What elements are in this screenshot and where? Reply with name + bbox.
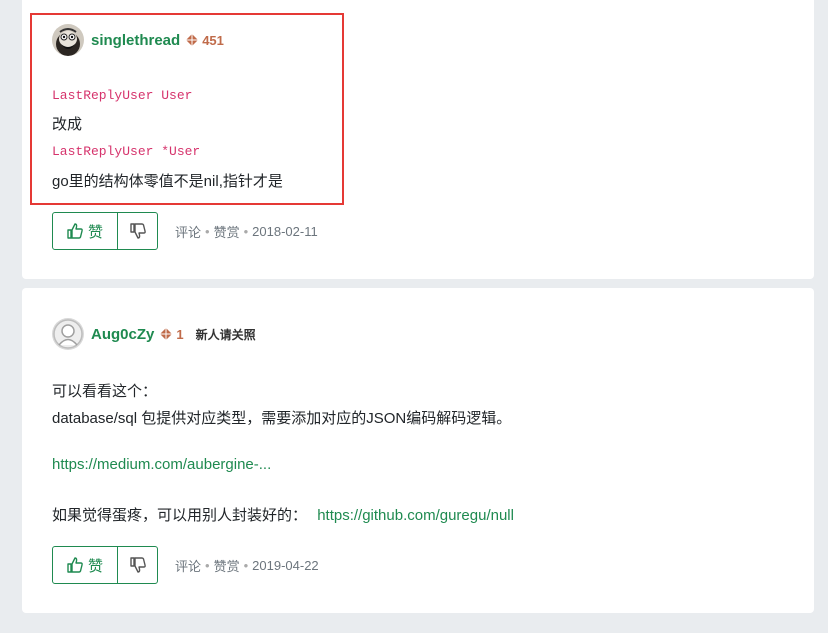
- reply-text: 可以看看这个：: [52, 383, 158, 400]
- reputation: 451: [186, 33, 224, 48]
- thumbs-down-icon: [129, 223, 146, 239]
- like-button[interactable]: 赞: [53, 547, 118, 583]
- reputation: 1: [160, 326, 184, 342]
- reputation-value: 451: [202, 32, 224, 48]
- username[interactable]: Aug0cZy: [91, 326, 154, 343]
- reward-link[interactable]: 赞赏: [214, 556, 240, 575]
- dislike-button[interactable]: [118, 547, 157, 583]
- username[interactable]: singlethread: [91, 32, 180, 49]
- reply-date: 2018-02-11: [252, 223, 318, 239]
- comment-link[interactable]: 评论: [175, 222, 201, 241]
- vote-group: 赞: [52, 212, 158, 250]
- reply-author: singlethread 451: [52, 24, 224, 56]
- reply-meta: 评论 • 赞赏 • 2018-02-11: [175, 222, 318, 241]
- thumbs-up-icon: [67, 557, 83, 573]
- thumbs-up-icon: [67, 223, 83, 239]
- code-snippet: LastReplyUser *User: [52, 144, 201, 159]
- reply-text-prefix: 如果觉得蛋疼，可以用别人封装好的：: [52, 507, 308, 524]
- reply-actions: 赞 评论 • 赞赏 • 2018-02-11: [52, 212, 318, 250]
- avatar[interactable]: [52, 24, 84, 56]
- dislike-button[interactable]: [118, 213, 157, 249]
- reply-text: 改成: [52, 116, 83, 133]
- reputation-gem-icon: [186, 34, 199, 46]
- reply-meta: 评论 • 赞赏 • 2019-04-22: [175, 556, 319, 575]
- code-snippet: LastReplyUser User: [52, 88, 193, 103]
- vote-group: 赞: [52, 546, 158, 584]
- reply-date: 2019-04-22: [252, 557, 319, 573]
- reply-actions: 赞 评论 • 赞赏 • 2019-04-22: [52, 546, 319, 584]
- comment-link[interactable]: 评论: [175, 556, 201, 575]
- separator-dot: •: [205, 557, 210, 573]
- reputation-value: 1: [176, 326, 184, 342]
- reply-link[interactable]: https://medium.com/aubergine-...: [52, 456, 271, 473]
- like-label: 赞: [87, 557, 103, 575]
- reply-text: 如果觉得蛋疼，可以用别人封装好的： https://github.com/gur…: [52, 504, 514, 525]
- like-button[interactable]: 赞: [53, 213, 118, 249]
- reply-author: Aug0cZy 1 新人请关照: [52, 318, 256, 350]
- reputation-gem-icon: [160, 328, 173, 340]
- reply-link[interactable]: https://github.com/guregu/null: [317, 507, 514, 524]
- reply-text: go里的结构体零值不是nil,指针才是: [52, 173, 283, 190]
- reward-link[interactable]: 赞赏: [214, 222, 240, 241]
- reply-text: database/sql 包提供对应类型，需要添加对应的JSON编码解码逻辑。: [52, 410, 512, 427]
- user-badge: 新人请关照: [195, 327, 256, 342]
- thumbs-down-icon: [129, 557, 146, 573]
- like-label: 赞: [87, 223, 103, 241]
- separator-dot: •: [205, 223, 210, 239]
- separator-dot: •: [243, 223, 249, 239]
- avatar[interactable]: [52, 318, 84, 350]
- separator-dot: •: [243, 557, 249, 573]
